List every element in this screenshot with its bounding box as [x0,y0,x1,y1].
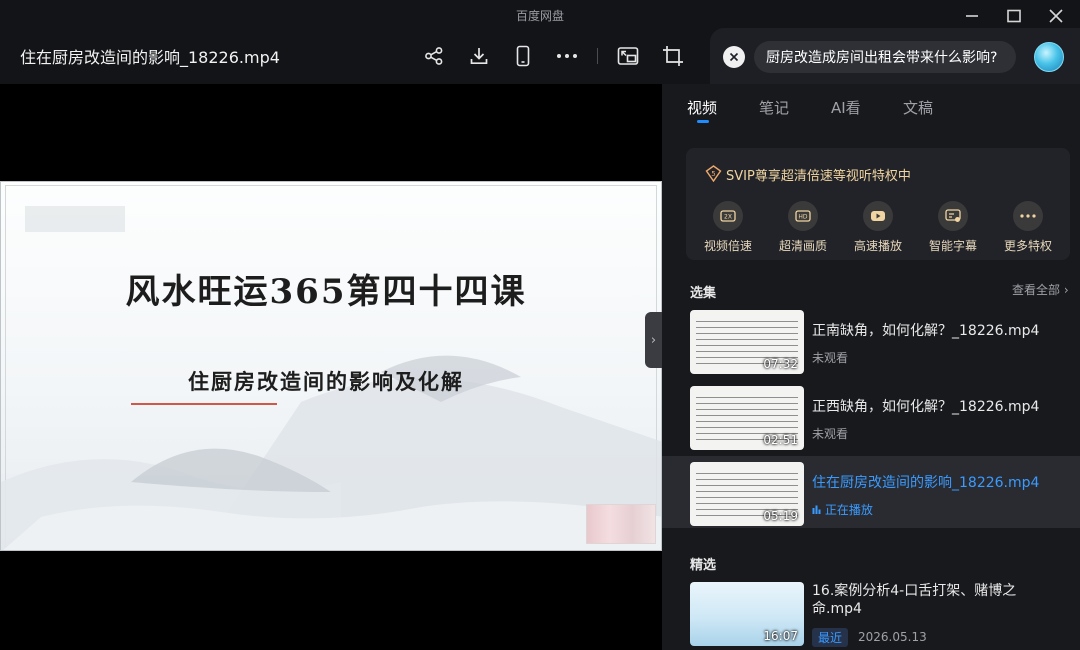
svg-text:HD: HD [798,214,808,221]
ink-mountains-decoration [1,355,661,550]
episode-thumbnail: 07:32 [690,310,804,374]
privilege-fast-play[interactable]: 高速播放 [848,199,908,254]
collapse-sidebar-button[interactable]: › [645,312,662,368]
close-icon [1049,9,1063,23]
privilege-speed[interactable]: 2X 视频倍速 [698,199,758,254]
privilege-label: 更多特权 [1003,239,1052,253]
slide-subtitle: 住厨房改造间的影响及化解 [188,369,464,394]
hd-icon: HD [788,201,818,231]
privilege-subtitle[interactable]: 智能字幕 [923,199,983,254]
episode-status-label: 正在播放 [824,503,873,517]
episode-status: 未观看 [812,351,849,365]
svip-banner-text: SVIP尊享超清倍速等视听特权中 [726,169,911,184]
fast-play-icon [863,201,893,231]
pick-thumbnail[interactable]: 16:07 [690,582,804,646]
privilege-label: 视频倍速 [703,239,752,253]
pip-icon [617,47,639,65]
privilege-more[interactable]: 更多特权 [998,199,1058,254]
search-close-button[interactable] [723,46,745,68]
chevron-right-icon: › [1063,283,1069,297]
slide-underline [131,403,277,405]
picture-in-picture-button[interactable] [615,41,641,71]
pick-date: 2026.05.13 [858,630,927,644]
subtitle-icon [938,201,968,231]
blurred-region [586,504,656,544]
slide-title: 风水旺运365第四十四课 [125,272,527,312]
episode-title: 住在厨房改造间的影响_18226.mp4 [812,475,1040,491]
picks-section-title: 精选 [690,558,717,573]
tab-video[interactable]: 视频 [687,97,717,118]
svg-text:2X: 2X [724,214,732,221]
maximize-button[interactable] [999,3,1029,29]
fullscreen-icon [663,46,683,66]
episode-duration: 05:19 [763,509,798,523]
close-window-button[interactable] [1041,3,1071,29]
tab-ai-watch[interactable]: AI看 [831,97,861,118]
episode-duration: 07:32 [763,357,798,371]
svip-badge-icon: 5 [705,165,722,182]
pick-duration: 16:07 [763,629,798,643]
episode-status: 未观看 [812,427,849,441]
fullscreen-button[interactable] [660,41,686,71]
episode-title: 正西缺角，如何化解？_18226.mp4 [812,399,1040,415]
phone-icon [516,45,530,67]
speed-icon: 2X [713,201,743,231]
recent-badge: 最近 [812,628,849,647]
share-button[interactable] [421,41,447,71]
file-title: 住在厨房改造间的影响_18226.mp4 [20,48,280,67]
chevron-right-icon: › [650,332,657,348]
episode-title: 正南缺角，如何化解？_18226.mp4 [812,323,1040,339]
more-button[interactable] [554,41,580,71]
privilege-hd[interactable]: HD 超清画质 [773,199,833,254]
tab-transcript[interactable]: 文稿 [903,97,933,118]
share-icon [425,47,443,65]
view-all-label: 查看全部 [1012,283,1061,297]
episode-status: 正在播放 [812,501,873,518]
episode-thumbnail: 02:51 [690,386,804,450]
privilege-label: 超清画质 [778,239,827,253]
search-query-pill[interactable]: 厨房改造成房间出租会带来什么影响? [754,41,1016,73]
maximize-icon [1007,9,1021,23]
minimize-icon [966,15,978,17]
search-query-text: 厨房改造成房间出租会带来什么影响? [766,50,998,66]
privilege-label: 智能字幕 [928,239,977,253]
app-title: 百度网盘 [515,9,564,23]
privilege-label: 高速播放 [853,239,902,253]
more-icon [557,54,577,58]
episode-thumbnail: 05:19 [690,462,804,526]
close-icon [729,52,739,62]
svg-text:5: 5 [711,170,715,178]
phone-button[interactable] [510,41,536,71]
watermark-logo [25,206,125,232]
tab-active-indicator [697,120,709,123]
download-button[interactable] [466,41,492,71]
more-icon [1013,201,1043,231]
episodes-section-title: 选集 [690,286,717,301]
minimize-button[interactable] [957,3,987,29]
pick-title[interactable]: 16.案例分析4-口舌打架、赌博之命.mp4 [812,582,1062,618]
playing-bars-icon [812,505,821,514]
toolbar-divider [597,48,598,64]
video-frame: 风水旺运365第四十四课 住厨房改造间的影响及化解 [0,181,662,551]
view-all-link[interactable]: 查看全部 › [1012,281,1069,298]
download-icon [470,48,488,65]
tab-notes[interactable]: 笔记 [759,97,789,118]
episode-duration: 02:51 [763,433,798,447]
ai-assistant-avatar[interactable] [1034,42,1064,72]
